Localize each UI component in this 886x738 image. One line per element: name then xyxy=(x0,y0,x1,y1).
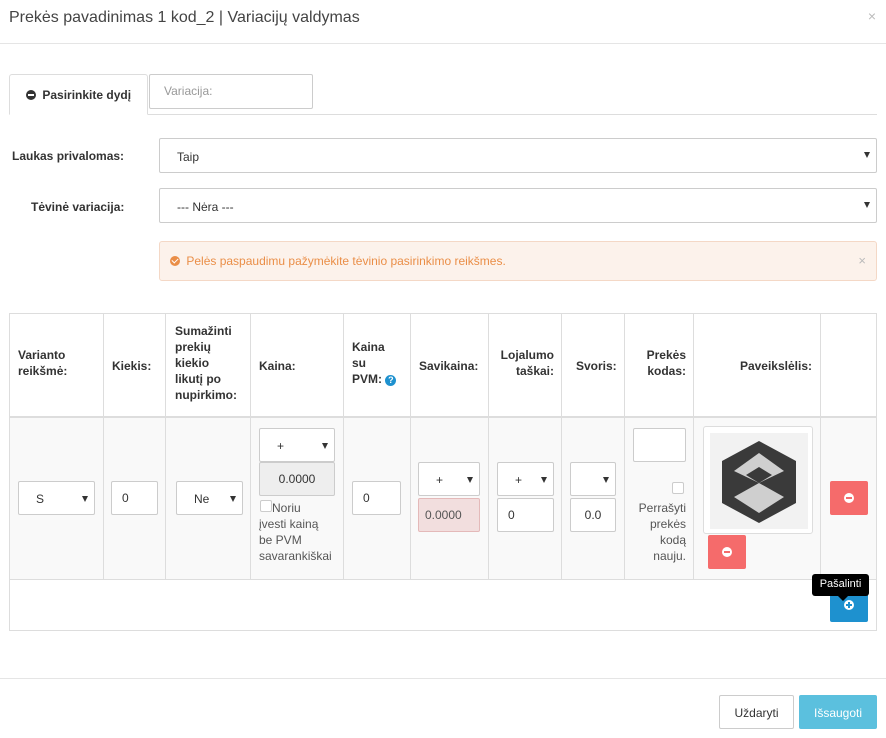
variant-value-select[interactable]: S xyxy=(18,481,95,515)
parent-variation-label: Tėvinė variacija: xyxy=(31,200,125,214)
alert-close-icon[interactable]: × xyxy=(858,253,866,268)
header-loyalty: Lojalumo taškai: xyxy=(500,348,554,378)
required-field-select[interactable]: Taip xyxy=(159,138,877,173)
variant-image-thumbnail[interactable] xyxy=(703,426,813,534)
chevron-down-icon xyxy=(230,496,236,502)
chevron-down-icon xyxy=(82,496,88,502)
cost-prefix-select[interactable]: + xyxy=(418,462,480,496)
tab-select-size[interactable]: Pasirinkite dydį xyxy=(9,74,148,115)
chevron-down-icon xyxy=(864,202,870,208)
minus-circle-icon xyxy=(722,547,732,557)
chevron-down-icon xyxy=(541,477,547,483)
parent-variation-select[interactable]: --- Nėra --- xyxy=(159,188,877,223)
header-cost: Savikaina: xyxy=(419,359,479,373)
product-code-input[interactable] xyxy=(633,428,686,462)
overwrite-code-label: Perrašyti prekės kodą nauju. xyxy=(638,501,686,563)
cost-input[interactable]: 0.0000 xyxy=(418,498,480,532)
info-alert: Pelės paspaudimu pažymėkite tėvinio pasi… xyxy=(159,241,877,281)
header-reduce-stock: Sumažinti prekių kiekio likutį po nupirk… xyxy=(175,324,237,402)
loyalty-input[interactable]: 0 xyxy=(497,498,554,532)
alert-text: Pelės paspaudimu pažymėkite tėvinio pasi… xyxy=(186,254,506,268)
loyalty-prefix-select[interactable]: + xyxy=(497,462,554,496)
plus-circle-icon xyxy=(844,600,854,610)
modal-header: Prekės pavadinimas 1 kod_2 | Variacijų v… xyxy=(0,0,886,44)
price-vat-input[interactable]: 0 xyxy=(352,481,401,515)
header-price: Kaina: xyxy=(259,359,296,373)
question-circle-icon[interactable]: ? xyxy=(385,375,397,386)
variation-tabs: Pasirinkite dydį Variacija: xyxy=(9,74,877,115)
header-price-vat: Kaina su PVM: ? xyxy=(352,339,397,387)
chevron-down-icon xyxy=(322,443,328,449)
chevron-down-icon xyxy=(467,477,473,483)
overwrite-code-checkbox[interactable] xyxy=(672,482,684,494)
header-image: Paveikslėlis: xyxy=(739,359,812,373)
chevron-down-icon xyxy=(864,152,870,158)
price-input[interactable]: 0.0000 xyxy=(259,462,335,496)
chevron-down-icon xyxy=(603,477,609,483)
required-field-label: Laukas privalomas: xyxy=(12,149,125,163)
modal-title: Prekės pavadinimas 1 kod_2 | Variacijų v… xyxy=(9,9,360,26)
header-variant-value: Varianto reikšmė: xyxy=(18,348,68,378)
remove-image-button[interactable] xyxy=(708,535,746,569)
parent-variation-value: --- Nėra --- xyxy=(177,200,234,214)
weight-prefix-select[interactable] xyxy=(570,462,616,496)
required-field-value: Taip xyxy=(177,150,200,164)
weight-input[interactable]: 0.0 xyxy=(570,498,616,532)
header-product-code: Prekės kodas: xyxy=(646,348,686,378)
close-icon[interactable]: × xyxy=(868,8,876,24)
reduce-stock-select[interactable]: Ne xyxy=(176,481,243,515)
header-weight: Svoris: xyxy=(576,359,617,373)
quantity-input[interactable]: 0 xyxy=(111,481,158,515)
close-button[interactable]: Uždaryti xyxy=(719,695,794,729)
variation-input[interactable]: Variacija: xyxy=(149,74,313,109)
tab-select-size-label: Pasirinkite dydį xyxy=(42,88,132,102)
header-quantity: Kiekis: xyxy=(112,359,152,373)
price-prefix-select[interactable]: + xyxy=(259,428,335,462)
minus-circle-icon xyxy=(844,493,854,503)
remove-tooltip: Pašalinti xyxy=(812,574,869,601)
save-button[interactable]: Išsaugoti xyxy=(799,695,877,729)
check-circle-icon xyxy=(170,256,180,266)
variation-table: Varianto reikšmė: Kiekis: Sumažinti prek… xyxy=(9,313,877,631)
minus-circle-icon[interactable] xyxy=(26,90,36,100)
manual-price-label: Noriu įvesti kainą be PVM savarankiškai xyxy=(259,501,332,563)
remove-variant-button[interactable] xyxy=(830,481,868,515)
product-logo-image xyxy=(710,433,808,529)
